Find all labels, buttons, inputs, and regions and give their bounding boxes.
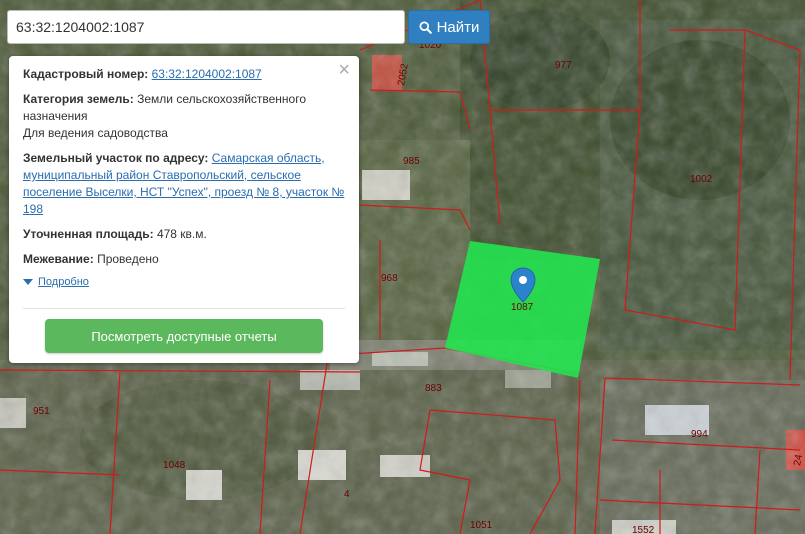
category-row: Категория земель: Земли сельскохозяйстве… xyxy=(23,91,345,142)
plot-label-1048: 1048 xyxy=(163,460,186,471)
survey-value: Проведено xyxy=(97,252,159,266)
plot-label-968: 968 xyxy=(381,273,398,284)
details-toggle[interactable]: Подробно xyxy=(23,276,345,288)
search-button-label: Найти xyxy=(436,18,480,36)
category-label: Категория земель: xyxy=(23,92,134,106)
cadastral-link[interactable]: 63:32:1204002:1087 xyxy=(152,67,262,81)
address-row: Земельный участок по адресу: Самарская о… xyxy=(23,150,345,218)
plot-label-1051: 1051 xyxy=(470,520,493,531)
plot-label-1552: 1552 xyxy=(632,525,655,534)
address-label: Земельный участок по адресу: xyxy=(23,151,209,165)
plot-label-1087: 1087 xyxy=(511,302,534,313)
area-label: Уточненная площадь: xyxy=(23,227,154,241)
survey-label: Межевание: xyxy=(23,252,94,266)
triangle-down-icon xyxy=(23,279,33,285)
area-row: Уточненная площадь: 478 кв.м. xyxy=(23,226,345,243)
plot-label-951: 951 xyxy=(33,406,50,417)
search-button[interactable]: Найти xyxy=(408,10,490,44)
view-reports-button[interactable]: Посмотреть доступные отчеты xyxy=(45,319,323,353)
search-input[interactable] xyxy=(8,11,404,43)
info-panel: × Кадастровый номер: 63:32:1204002:1087 … xyxy=(9,56,359,363)
area-value: 478 кв.м. xyxy=(156,227,207,241)
plot-label-1002: 1002 xyxy=(690,174,713,185)
plot-label-994: 994 xyxy=(691,429,708,440)
search-box[interactable] xyxy=(7,10,405,44)
details-link[interactable]: Подробно xyxy=(38,276,89,288)
search-icon xyxy=(419,20,432,34)
plot-label-4: 4 xyxy=(344,489,350,500)
close-icon[interactable]: × xyxy=(338,60,350,80)
plot-label-977: 977 xyxy=(555,60,572,71)
plot-label-883: 883 xyxy=(425,383,442,394)
survey-row: Межевание: Проведено xyxy=(23,251,345,268)
plot-label-985: 985 xyxy=(403,156,420,167)
usage-value: Для ведения садоводства xyxy=(23,126,168,140)
divider xyxy=(23,308,345,309)
cadastral-row: Кадастровый номер: 63:32:1204002:1087 xyxy=(23,66,345,83)
cadastral-label: Кадастровый номер: xyxy=(23,67,149,81)
